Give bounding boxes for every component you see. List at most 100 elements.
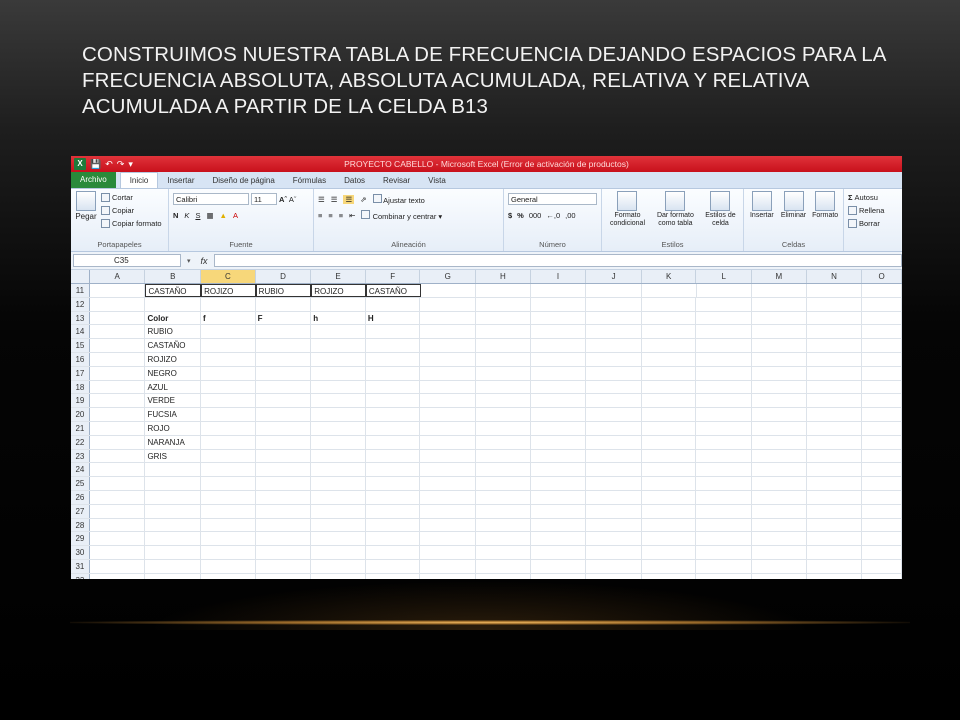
- cell[interactable]: [256, 504, 312, 518]
- cell[interactable]: [256, 490, 312, 504]
- cell[interactable]: [531, 366, 587, 380]
- cell[interactable]: [90, 490, 146, 504]
- cell[interactable]: RUBIO: [145, 325, 202, 339]
- cell[interactable]: [256, 449, 312, 463]
- copy-button[interactable]: Copiar: [101, 204, 162, 217]
- cell[interactable]: [201, 394, 256, 408]
- cell[interactable]: [311, 532, 366, 546]
- bold-icon[interactable]: N: [173, 211, 178, 220]
- column-header[interactable]: G: [420, 270, 477, 283]
- number-format-combo[interactable]: General: [508, 193, 597, 205]
- cell[interactable]: [531, 546, 587, 559]
- cell[interactable]: [201, 449, 256, 463]
- cell[interactable]: [90, 394, 146, 408]
- cell[interactable]: [256, 297, 312, 311]
- cell[interactable]: [696, 297, 753, 311]
- cell[interactable]: [862, 311, 902, 325]
- cell[interactable]: [752, 490, 807, 504]
- cell[interactable]: [311, 380, 366, 394]
- cell[interactable]: [420, 546, 477, 559]
- cell[interactable]: [807, 449, 863, 463]
- cell[interactable]: [696, 311, 753, 325]
- cell[interactable]: [807, 284, 863, 297]
- row-header[interactable]: 19: [71, 394, 90, 408]
- cell[interactable]: [90, 366, 146, 380]
- cell[interactable]: [366, 518, 421, 532]
- cell[interactable]: [420, 380, 477, 394]
- clear-button[interactable]: Borrar: [848, 217, 898, 230]
- cell[interactable]: [531, 518, 587, 532]
- cell[interactable]: [476, 380, 531, 394]
- cell[interactable]: [752, 573, 807, 579]
- cell[interactable]: [642, 297, 697, 311]
- cell[interactable]: [421, 284, 477, 297]
- cell[interactable]: ROJO: [145, 421, 202, 435]
- cell[interactable]: [90, 518, 146, 532]
- tab-6[interactable]: Revisar: [374, 173, 419, 188]
- cell[interactable]: [311, 325, 366, 339]
- cell[interactable]: [201, 546, 256, 559]
- cell[interactable]: [256, 366, 312, 380]
- cell[interactable]: [586, 518, 642, 532]
- align-center-icon[interactable]: ≡: [328, 211, 332, 220]
- cell[interactable]: CASTAÑO: [145, 284, 202, 297]
- cell[interactable]: [256, 339, 312, 352]
- cell[interactable]: [476, 477, 531, 490]
- cell[interactable]: [476, 421, 531, 435]
- cell[interactable]: [807, 325, 863, 339]
- orientation-icon[interactable]: ⇗: [360, 195, 366, 204]
- cell[interactable]: [90, 408, 146, 421]
- cell[interactable]: [752, 408, 807, 421]
- cell[interactable]: [586, 366, 642, 380]
- cell[interactable]: [807, 463, 863, 477]
- cell[interactable]: [366, 408, 421, 421]
- cell[interactable]: [256, 380, 312, 394]
- row-header[interactable]: 28: [71, 518, 90, 532]
- cell[interactable]: [752, 352, 807, 366]
- cell[interactable]: [696, 518, 753, 532]
- cell[interactable]: [311, 463, 366, 477]
- cell[interactable]: [366, 435, 421, 449]
- cell[interactable]: [420, 449, 477, 463]
- cell[interactable]: [586, 532, 642, 546]
- cell[interactable]: [145, 546, 202, 559]
- cell[interactable]: [586, 477, 642, 490]
- row-header[interactable]: 25: [71, 477, 90, 490]
- cell[interactable]: [90, 532, 146, 546]
- cell[interactable]: [420, 366, 477, 380]
- row-header[interactable]: 13: [71, 311, 90, 325]
- cell[interactable]: [807, 421, 863, 435]
- thousands-icon[interactable]: 000: [529, 211, 542, 220]
- cell[interactable]: [696, 408, 753, 421]
- cell[interactable]: [90, 421, 146, 435]
- row-header[interactable]: 11: [71, 284, 90, 297]
- cell[interactable]: H: [366, 311, 421, 325]
- cell[interactable]: [586, 490, 642, 504]
- cell[interactable]: [531, 284, 587, 297]
- cell[interactable]: [531, 339, 587, 352]
- fill-button[interactable]: Rellena: [848, 204, 898, 217]
- cell[interactable]: [642, 352, 697, 366]
- fill-color-icon[interactable]: ▲: [220, 211, 227, 220]
- cell[interactable]: [531, 352, 587, 366]
- cell[interactable]: [90, 311, 146, 325]
- wrap-text-button[interactable]: Ajustar texto: [372, 193, 425, 205]
- column-header[interactable]: C: [201, 270, 256, 283]
- cell[interactable]: [586, 284, 642, 297]
- cell[interactable]: [420, 311, 477, 325]
- cell[interactable]: [586, 311, 642, 325]
- cell[interactable]: [642, 394, 697, 408]
- column-header[interactable]: H: [476, 270, 531, 283]
- column-header[interactable]: M: [752, 270, 807, 283]
- cell[interactable]: [531, 532, 587, 546]
- cell[interactable]: [752, 546, 807, 559]
- cell[interactable]: [201, 352, 256, 366]
- cell[interactable]: [366, 546, 421, 559]
- cell[interactable]: [862, 449, 902, 463]
- cell[interactable]: [420, 477, 477, 490]
- italic-icon[interactable]: K: [184, 211, 189, 220]
- cell[interactable]: [696, 366, 753, 380]
- cell[interactable]: [420, 490, 477, 504]
- cell[interactable]: [90, 284, 146, 297]
- row-header[interactable]: 21: [71, 421, 90, 435]
